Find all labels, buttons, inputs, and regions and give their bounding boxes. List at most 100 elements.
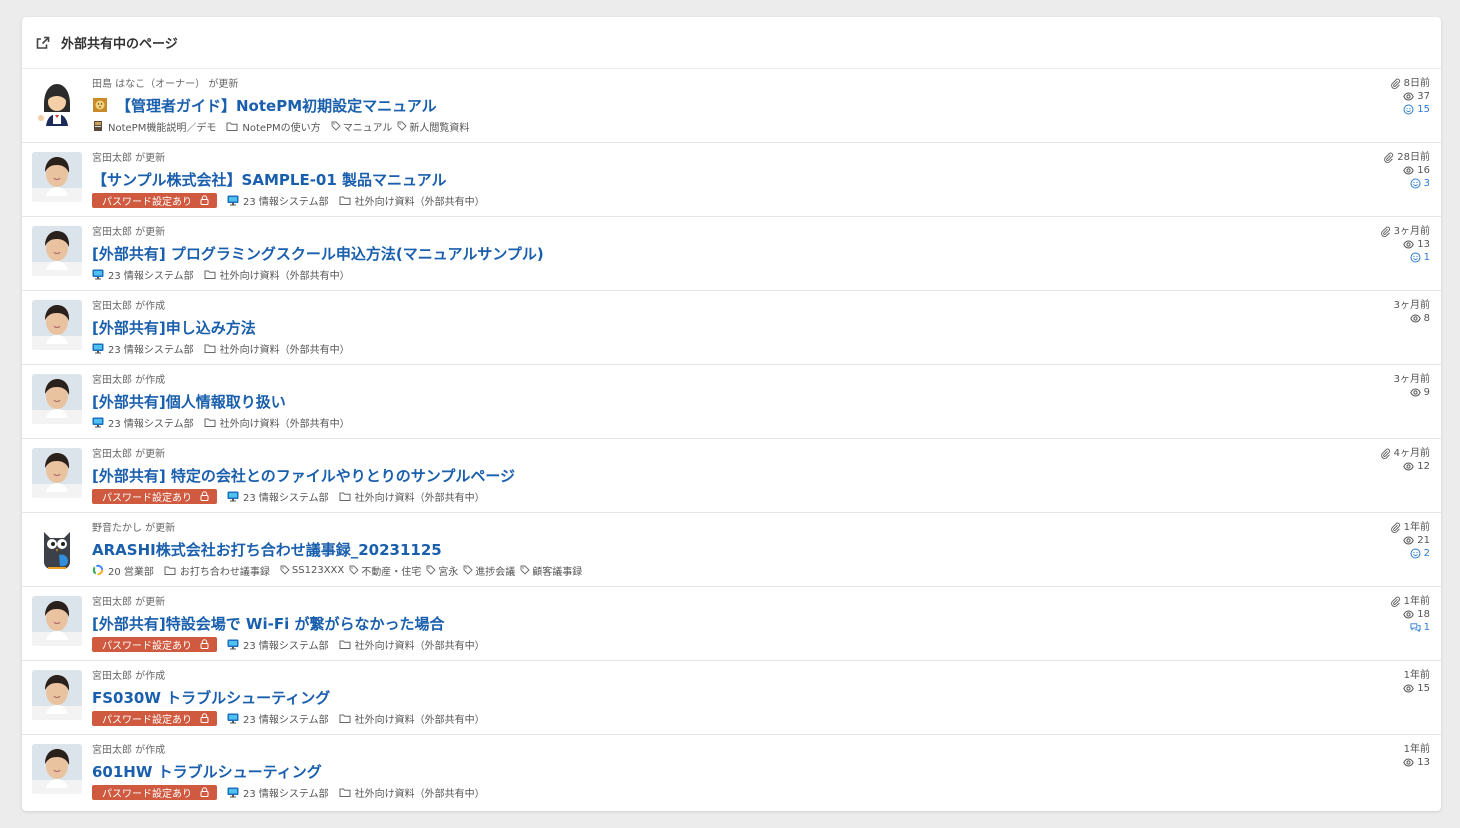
likes-text: 2 (1423, 548, 1430, 559)
avatar[interactable] (32, 522, 82, 572)
page-stats: 1年前 21 2 (1340, 521, 1430, 560)
folder-name: 社外向け資料（外部共有中） (219, 418, 350, 430)
page-title-link[interactable]: 【管理者ガイド】NotePM初期設定マニュアル (116, 95, 437, 116)
tag-icon (520, 564, 530, 576)
note-link[interactable]: NotePM機能説明／デモ (92, 119, 216, 134)
page-tags: パスワード設定あり 23 情報システム部 社外向け資料（外部共有中） (92, 710, 1321, 726)
page-row[interactable]: 野音たかし が更新 ARASHI株式会社お打ち合わせ議事録_20231125 20 … (22, 513, 1441, 587)
folder-name: 社外向け資料（外部共有中） (354, 788, 485, 800)
avatar[interactable] (32, 78, 82, 128)
note-link[interactable]: 23 情報システム部 (227, 489, 329, 504)
updated-time: 1年前 (1340, 669, 1430, 682)
avatar[interactable] (32, 300, 82, 350)
avatar[interactable] (32, 744, 82, 794)
folder-icon (226, 120, 238, 132)
tag-link[interactable]: 進捗会議 (463, 563, 515, 578)
folder-link[interactable]: 社外向け資料（外部共有中） (204, 267, 350, 282)
time-text: 1年前 (1403, 670, 1430, 681)
page-row[interactable]: 宮田太郎 が更新 【サンプル株式会社】SAMPLE-01 製品マニュアル パスワード… (22, 143, 1441, 217)
lion-emoji-icon (92, 97, 108, 113)
update-meta: 宮田太郎 が更新 (92, 596, 1321, 610)
page-title-link[interactable]: [外部共有] プログラミングスクール申込方法(マニュアルサンプル) (92, 243, 544, 264)
note-link[interactable]: 23 情報システム部 (227, 193, 329, 208)
page-row-content: 宮田太郎 が作成 FS030W トラブルシューティングパスワード設定あり 23 情報… (92, 670, 1321, 726)
folder-link[interactable]: 社外向け資料（外部共有中） (339, 193, 485, 208)
folder-link[interactable]: 社外向け資料（外部共有中） (204, 341, 350, 356)
folder-link[interactable]: 社外向け資料（外部共有中） (339, 637, 485, 652)
page-row[interactable]: 宮田太郎 が作成 [外部共有]個人情報取り扱い 23 情報システム部 社外向け資料（外… (22, 365, 1441, 439)
updater-text: 宮田太郎 が作成 (92, 745, 166, 756)
folder-link[interactable]: お打ち合わせ議事録 (164, 563, 270, 578)
tag-link[interactable]: 不動産・住宅 (349, 563, 421, 578)
updater-text: 田島 はなこ（オーナー） が更新 (92, 79, 239, 90)
page-title-link[interactable]: ARASHI株式会社お打ち合わせ議事録_20231125 (92, 539, 442, 560)
folder-link[interactable]: 社外向け資料（外部共有中） (339, 785, 485, 800)
views-text: 16 (1417, 165, 1430, 176)
attachment-icon (1390, 78, 1401, 89)
update-meta: 宮田太郎 が作成 (92, 670, 1321, 684)
page-title-link[interactable]: 【サンプル株式会社】SAMPLE-01 製品マニュアル (92, 169, 447, 190)
page-row-content: 宮田太郎 が作成 601HW トラブルシューティング パスワード設定あり 23 情報シ… (92, 744, 1321, 800)
folder-icon (339, 194, 351, 206)
page-row[interactable]: 宮田太郎 が作成 601HW トラブルシューティング パスワード設定あり 23 情報シ… (22, 735, 1441, 809)
tag-icon (397, 120, 408, 132)
note-name: 23 情報システム部 (108, 344, 194, 356)
avatar[interactable] (32, 670, 82, 720)
password-badge: パスワード設定あり (92, 192, 217, 208)
updater-text: 宮田太郎 が作成 (92, 301, 166, 312)
title-line: [外部共有] プログラミングスクール申込方法(マニュアルサンプル) (92, 241, 1321, 265)
page-row[interactable]: 宮田太郎 が作成 [外部共有]申し込み方法 23 情報システム部 社外向け資料（外部共… (22, 291, 1441, 365)
note-link[interactable]: 23 情報システム部 (227, 711, 329, 726)
avatar[interactable] (32, 448, 82, 498)
updater-text: 宮田太郎 が作成 (92, 671, 166, 682)
note-link[interactable]: 23 情報システム部 (92, 267, 194, 282)
tag-link[interactable]: 顧客議事録 (520, 563, 582, 578)
page-title-link[interactable]: [外部共有]申し込み方法 (92, 317, 256, 338)
folder-link[interactable]: NotePMの使い方 (226, 119, 321, 134)
comment-icon (1410, 622, 1421, 633)
folder-name: 社外向け資料（外部共有中） (219, 270, 350, 282)
page-tags: パスワード設定あり 23 情報システム部 社外向け資料（外部共有中） (92, 784, 1321, 800)
update-meta: 宮田太郎 が作成 (92, 374, 1321, 388)
lock-icon (200, 195, 209, 205)
page-stats: 28日前 16 3 (1340, 151, 1430, 190)
password-badge: パスワード設定あり (92, 488, 217, 504)
note-link[interactable]: 23 情報システム部 (227, 637, 329, 652)
page-row[interactable]: 田島 はなこ（オーナー） が更新【管理者ガイド】NotePM初期設定マニュアル N… (22, 69, 1441, 143)
page-title-link[interactable]: FS030W トラブルシューティング (92, 687, 330, 708)
note-name: 23 情報システム部 (108, 418, 194, 430)
time-text: 3ヶ月前 (1393, 226, 1430, 237)
tag-link[interactable]: 新人閲覧資料 (397, 119, 469, 134)
title-line: ARASHI株式会社お打ち合わせ議事録_20231125 (92, 537, 1321, 561)
note-link[interactable]: 23 情報システム部 (92, 341, 194, 356)
page-title-link[interactable]: [外部共有]特設会場で Wi-Fi が繋がらなかった場合 (92, 613, 444, 634)
page-row[interactable]: 宮田太郎 が更新 [外部共有] 特定の会社とのファイルやりとりのサンプルページ パス… (22, 439, 1441, 513)
folder-link[interactable]: 社外向け資料（外部共有中） (204, 415, 350, 430)
panel-title: 外部共有中のページ (61, 37, 178, 52)
page-row[interactable]: 宮田太郎 が更新 [外部共有]特設会場で Wi-Fi が繋がらなかった場合 パスワー… (22, 587, 1441, 661)
page-row-content: 宮田太郎 が更新 [外部共有]特設会場で Wi-Fi が繋がらなかった場合 パスワー… (92, 596, 1321, 652)
note-link[interactable]: 23 情報システム部 (227, 785, 329, 800)
page-row[interactable]: 宮田太郎 が更新 [外部共有] プログラミングスクール申込方法(マニュアルサンプル… (22, 217, 1441, 291)
page-title-link[interactable]: 601HW トラブルシューティング (92, 761, 322, 782)
page-title-link[interactable]: [外部共有] 特定の会社とのファイルやりとりのサンプルページ (92, 465, 515, 486)
tag-link[interactable]: SS123XXX (280, 564, 344, 576)
panel-header: 外部共有中のページ (22, 17, 1441, 69)
updater-text: 宮田太郎 が更新 (92, 597, 166, 608)
folder-link[interactable]: 社外向け資料（外部共有中） (339, 711, 485, 726)
avatar[interactable] (32, 152, 82, 202)
tag-link[interactable]: マニュアル (331, 119, 392, 134)
avatar[interactable] (32, 374, 82, 424)
page-row[interactable]: 宮田太郎 が作成 FS030W トラブルシューティングパスワード設定あり 23 情報… (22, 661, 1441, 735)
updater-text: 宮田太郎 が作成 (92, 375, 166, 386)
avatar[interactable] (32, 226, 82, 276)
like-count: 1 (1340, 251, 1430, 264)
tag-link[interactable]: 宮永 (426, 563, 458, 578)
folder-link[interactable]: 社外向け資料（外部共有中） (339, 489, 485, 504)
time-text: 3ヶ月前 (1393, 300, 1430, 311)
page-title-link[interactable]: [外部共有]個人情報取り扱い (92, 391, 286, 412)
note-link[interactable]: 23 情報システム部 (92, 415, 194, 430)
avatar[interactable] (32, 596, 82, 646)
note-link[interactable]: 20 営業部 (92, 563, 154, 578)
monitor-icon (92, 416, 104, 428)
